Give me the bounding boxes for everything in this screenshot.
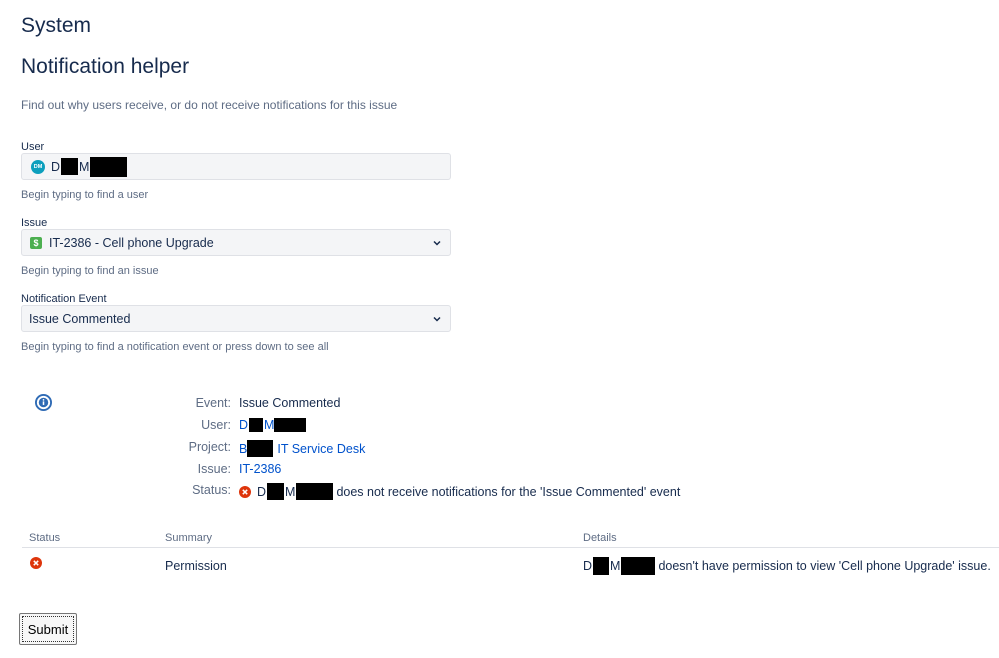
redacted-block bbox=[61, 158, 79, 175]
redacted-block bbox=[247, 440, 274, 457]
chevron-down-icon[interactable] bbox=[433, 239, 441, 247]
summary-status-row: Status: D M does not receive notificatio… bbox=[0, 483, 999, 501]
row-user-last: M bbox=[610, 559, 621, 573]
event-select[interactable]: Issue Commented bbox=[21, 305, 451, 332]
table-header-summary: Summary bbox=[165, 532, 213, 544]
redacted-block bbox=[249, 418, 264, 432]
event-select-value: Issue Commented bbox=[29, 311, 131, 326]
status-user-first: D bbox=[257, 484, 267, 499]
summary-project-row: Project: B IT Service Desk bbox=[0, 440, 999, 458]
issue-select-value: IT-2386 - Cell phone Upgrade bbox=[49, 235, 214, 250]
summary-project-suffix: IT Service Desk bbox=[277, 441, 366, 456]
summary-status-value: D M does not receive notifications for t… bbox=[239, 483, 680, 500]
user-label: User bbox=[21, 141, 45, 153]
redacted-block bbox=[90, 156, 128, 177]
redacted-block bbox=[621, 557, 656, 575]
page-title: System bbox=[21, 14, 92, 37]
chevron-down-icon[interactable] bbox=[433, 315, 441, 323]
summary-user-row: User: D M bbox=[0, 418, 999, 436]
summary-event-row: Event: Issue Commented bbox=[0, 396, 999, 414]
summary-issue-row: Issue: IT-2386 bbox=[0, 462, 999, 480]
page-description: Find out why users receive, or do not re… bbox=[21, 98, 398, 112]
redacted-block bbox=[593, 557, 610, 575]
summary-issue-label: Issue: bbox=[197, 462, 231, 476]
row-user-first: D bbox=[583, 559, 593, 573]
issue-hint: Begin typing to find an issue bbox=[21, 265, 159, 277]
table-divider bbox=[22, 547, 999, 548]
summary-project-link[interactable]: B IT Service Desk bbox=[239, 440, 365, 457]
table-header-status: Status bbox=[29, 532, 61, 544]
redacted-block bbox=[267, 483, 285, 500]
table-header-details: Details bbox=[583, 532, 617, 544]
user-hint: Begin typing to find a user bbox=[21, 189, 149, 201]
summary-user-last: M bbox=[264, 418, 275, 432]
issue-label: Issue bbox=[21, 217, 48, 229]
issue-select[interactable]: $ IT-2386 - Cell phone Upgrade bbox=[21, 229, 451, 256]
summary-project-prefix: B bbox=[239, 441, 248, 456]
error-icon bbox=[239, 485, 251, 498]
row-summary: Permission bbox=[165, 559, 227, 573]
submit-button[interactable]: Submit bbox=[19, 613, 77, 645]
summary-user-label: User: bbox=[201, 418, 231, 432]
user-avatar: DM bbox=[31, 159, 45, 174]
event-hint: Begin typing to find a notification even… bbox=[21, 341, 329, 353]
row-details: D M doesn't have permission to view 'Cel… bbox=[583, 557, 991, 575]
summary-user-link[interactable]: D M bbox=[239, 418, 307, 432]
summary-project-label: Project: bbox=[188, 440, 231, 454]
user-first-initial: D bbox=[51, 159, 61, 174]
user-field[interactable]: DM D M bbox=[21, 153, 451, 180]
redacted-block bbox=[296, 483, 334, 500]
status-user-last: M bbox=[285, 484, 296, 499]
error-icon bbox=[30, 557, 42, 569]
status-message: does not receive notifications for the '… bbox=[336, 484, 681, 499]
issue-type-icon: $ bbox=[30, 236, 42, 249]
redacted-block bbox=[274, 418, 307, 432]
summary-status-label: Status: bbox=[192, 483, 231, 497]
summary-event-label: Event: bbox=[195, 396, 231, 410]
row-details-message: doesn't have permission to view 'Cell ph… bbox=[658, 559, 991, 573]
summary-user-first: D bbox=[239, 418, 249, 432]
summary-event-value: Issue Commented bbox=[239, 396, 341, 410]
page-subtitle: Notification helper bbox=[21, 55, 190, 78]
summary-issue-link[interactable]: IT-2386 bbox=[239, 462, 281, 476]
event-label: Notification Event bbox=[21, 293, 107, 305]
user-last-initial: M bbox=[79, 159, 90, 174]
